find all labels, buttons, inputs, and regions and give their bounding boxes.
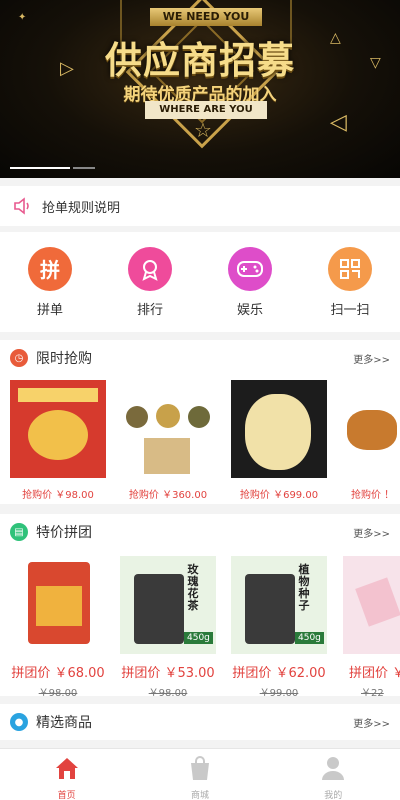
product-image [10,556,106,654]
product-price: 拼团价 ￥ [349,666,400,681]
flash-sale-header: ◷ 限时抢购 更多>> [0,340,400,376]
product-image [10,380,106,478]
star-icon: ☆ [194,118,212,142]
category-label: 拼单 [36,302,63,318]
flash-sale-list: 抢购价 ￥98.00 抢购价 ￥360.00 抢购价 ￥699.00 抢购价 ！ [0,376,400,504]
shopping-bag-icon [190,756,209,780]
pin-icon: 拼 [28,246,72,291]
original-price: ￥98.00 [38,688,78,696]
tab-label: 首页 [57,791,76,800]
gamepad-icon [228,246,272,291]
category-grid: 拼 拼单 排行 娱乐 扫一扫 [0,232,400,332]
weight-badge: 450g [295,632,324,644]
product-image [120,380,216,478]
category-label: 扫一扫 [330,302,370,318]
product-card[interactable]: 植物种子 450g 拼团价 ￥62.00 ￥99.00 [231,556,327,696]
product-price: 拼团价 ￥68.00 [11,666,105,681]
scan-icon [328,246,372,291]
speaker-icon [14,197,29,215]
tab-profile[interactable]: 我的 [293,749,373,800]
product-price: 抢购价 ￥360.00 [128,490,208,501]
product-card[interactable]: 抢购价 ！ [343,380,400,501]
ribbon-medal-icon [128,246,172,291]
category-pindan[interactable]: 拼 拼单 [15,246,85,318]
carousel-indicator[interactable] [10,167,95,169]
product-image [343,380,400,478]
lightbulb-icon: ● [10,713,28,731]
banner-title: 供应商招募 [105,38,295,82]
carousel-dot[interactable] [73,167,95,169]
product-card[interactable]: 抢购价 ￥98.00 [10,380,106,501]
product-price: 拼团价 ￥53.00 [121,666,215,681]
product-card[interactable]: 拼团价 ￥68.00 ￥98.00 [10,556,106,696]
product-image [343,556,400,654]
product-image [231,380,327,478]
category-scan[interactable]: 扫一扫 [315,246,385,318]
product-image: 植物种子 450g [231,556,327,654]
product-card[interactable]: 抢购价 ￥699.00 [231,380,327,501]
carousel-dot[interactable] [10,167,70,169]
more-link[interactable]: 更多>> [353,525,390,540]
section-title: 特价拼团 [36,525,92,541]
tab-label: 我的 [324,791,343,800]
product-tag: 植物种子 [298,563,310,612]
product-card[interactable]: 抢购价 ￥360.00 [120,380,216,501]
tab-label: 商城 [190,791,209,800]
banner-bottom-ribbon: WHERE ARE YOU [145,101,267,119]
original-price: ￥98.00 [148,688,188,696]
notice-text: 抢单规则说明 [42,200,121,216]
product-price: 抢购价 ￥699.00 [239,490,319,501]
original-price: ￥22 [361,688,384,696]
category-label: 排行 [136,302,163,318]
category-entertainment[interactable]: 娱乐 [215,246,285,318]
user-icon [322,757,345,780]
rules-notice[interactable]: 抢单规则说明 [0,186,400,226]
product-tag: 玫瑰花茶 [187,563,199,612]
original-price: ￥99.00 [259,688,299,696]
section-title: 限时抢购 [36,351,92,367]
triangle-decoration-icon: ◁ [330,110,347,135]
more-link[interactable]: 更多>> [353,715,390,730]
product-card[interactable]: 玫瑰花茶 450g 拼团价 ￥53.00 ￥98.00 [120,556,216,696]
category-ranking[interactable]: 排行 [115,246,185,318]
tab-mall[interactable]: 商城 [160,749,240,800]
promo-banner[interactable]: ▷ ◁ ✦ △ ▽ WE NEED YOU 供应商招募 期待优质产品的加入 WH… [0,0,400,178]
product-card[interactable]: 拼团价 ￥ ￥22 [343,556,400,696]
group-buy-header: ▤ 特价拼团 更多>> [0,514,400,550]
more-link[interactable]: 更多>> [353,351,390,366]
product-price: 抢购价 ￥98.00 [22,490,94,501]
home-icon [55,758,78,779]
product-price: 抢购价 ！ [351,490,395,501]
group-buy-list: 拼团价 ￥68.00 ￥98.00 玫瑰花茶 450g 拼团价 ￥53.00 ￥… [0,550,400,696]
product-price: 拼团价 ￥62.00 [232,666,326,681]
banner-top-ribbon: WE NEED YOU [150,8,262,26]
selected-header: ● 精选商品 更多>> [0,704,400,740]
section-title: 精选商品 [36,715,92,731]
star-decoration-icon: ✦ [18,12,27,23]
bottom-tab-bar: 首页 商城 我的 [0,748,400,800]
product-image: 玫瑰花茶 450g [120,556,216,654]
clock-icon: ◷ [10,349,28,367]
tab-home[interactable]: 首页 [27,749,107,800]
tag-icon: ▤ [10,523,28,541]
category-label: 娱乐 [236,302,263,318]
weight-badge: 450g [184,632,213,644]
